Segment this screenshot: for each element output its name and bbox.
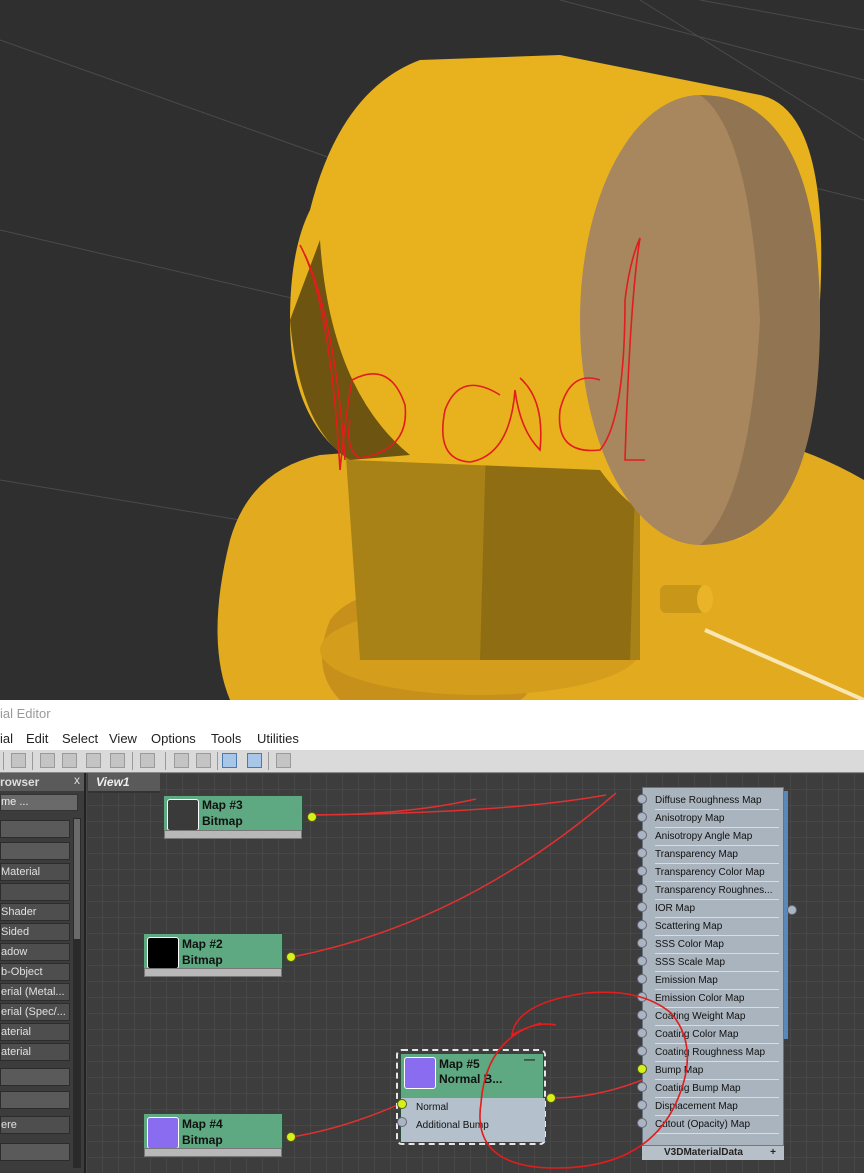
browser-item[interactable]: aterial [0,1043,70,1061]
pick-from-object-icon[interactable] [276,753,291,768]
browser-item[interactable] [0,883,70,901]
handwritten-circle-annotation [479,991,689,1169]
menu-options[interactable]: Options [151,731,196,746]
menu-view[interactable]: View [109,731,137,746]
browser-item[interactable] [0,842,70,860]
browser-item[interactable]: Sided [0,923,70,941]
browser-item[interactable]: adow [0,943,70,961]
menu-material[interactable]: ial [0,731,13,746]
browser-item[interactable]: erial (Metal... [0,983,70,1001]
pick-material-icon[interactable] [62,753,77,768]
material-id-icon[interactable] [140,753,155,768]
layout-children-icon[interactable] [196,753,211,768]
browser-search-input[interactable]: me ... [0,794,78,811]
move-children-icon[interactable] [40,753,55,768]
browser-item[interactable] [0,1143,70,1161]
window-title: ial Editor [0,700,864,728]
browser-item[interactable] [0,820,70,838]
delete-icon[interactable] [11,753,26,768]
menu-utilities[interactable]: Utilities [257,731,299,746]
browser-item[interactable]: Shader [0,903,70,921]
checker-background-icon[interactable] [110,753,125,768]
menu-select[interactable]: Select [62,731,98,746]
browser-scrollbar-thumb[interactable] [74,819,80,939]
browser-item[interactable]: erial (Spec/... [0,1003,70,1021]
browser-item[interactable]: aterial [0,1023,70,1041]
material-editor-window: ial Editor ial Edit Select View Options … [0,700,864,1173]
menu-tools[interactable]: Tools [211,731,241,746]
browser-item[interactable]: Material [0,863,70,881]
3d-viewport[interactable] [0,0,864,700]
menu-edit[interactable]: Edit [26,731,48,746]
material-map-browser: rowser x me ... Material Shader Sided ad… [0,773,86,1173]
select-by-material-icon[interactable] [247,753,262,768]
material-parameter-editor-icon[interactable] [222,753,237,768]
layout-all-icon[interactable] [174,753,189,768]
menu-bar: ial Edit Select View Options Tools Utili… [0,728,864,750]
browser-close-icon[interactable]: x [74,773,80,787]
browser-title: rowser [0,773,84,791]
browser-item[interactable]: ere [0,1116,70,1134]
viewport-scene [0,0,864,700]
browser-item[interactable] [0,1091,70,1109]
browser-item[interactable] [0,1068,70,1086]
toolbar [0,750,864,773]
show-map-icon[interactable] [86,753,101,768]
node-view[interactable]: View1 Map #3 Bitmap Map #2 Bitmap Map #4… [86,773,864,1173]
browser-item[interactable]: b-Object [0,963,70,981]
